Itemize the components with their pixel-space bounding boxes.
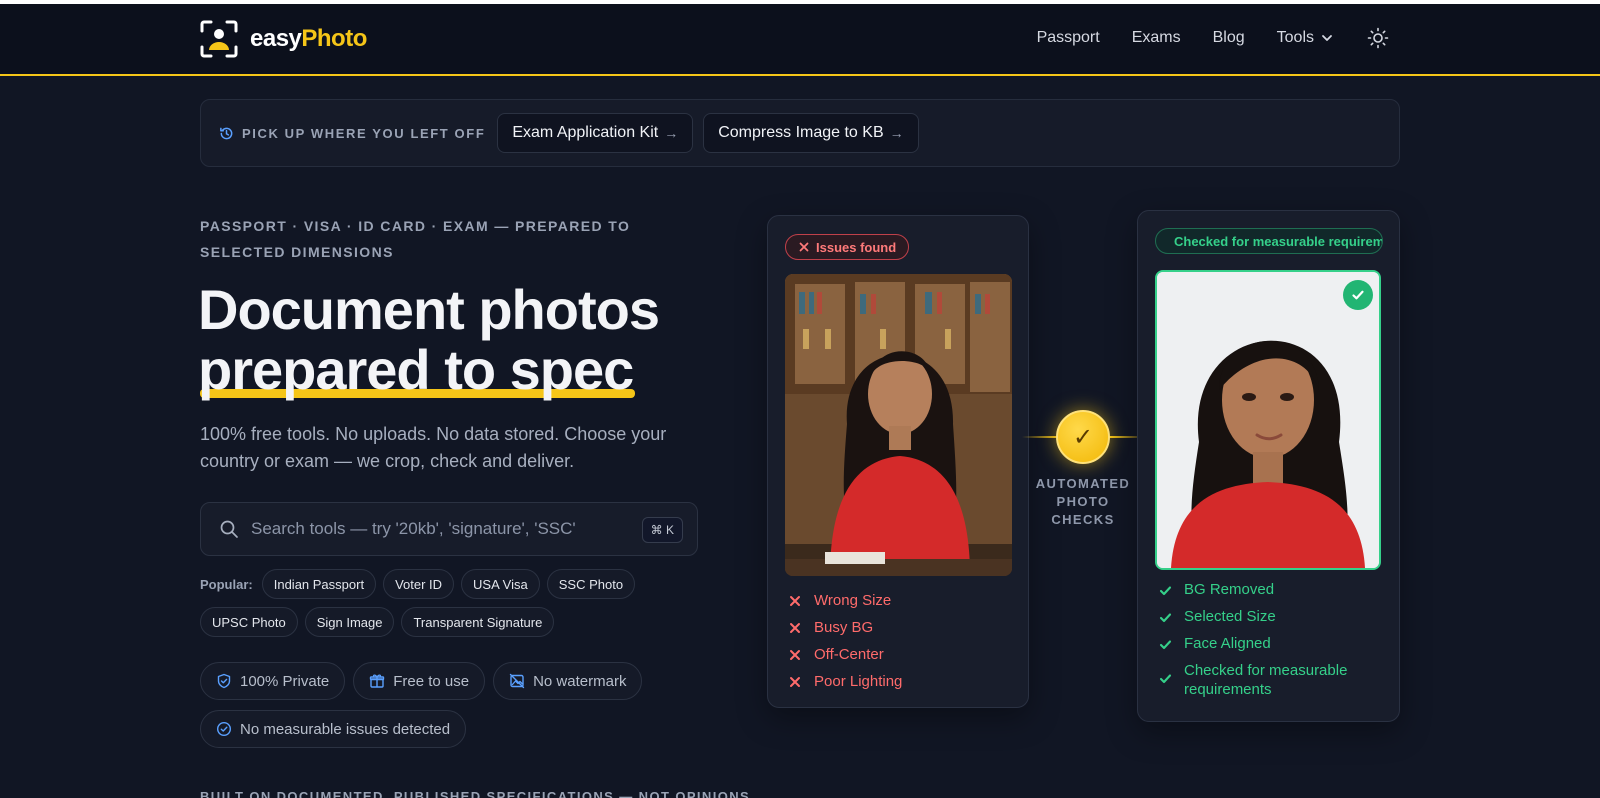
resume-bar: PICK UP WHERE YOU LEFT OFF Exam Applicat… — [200, 99, 1400, 167]
badge-no-issues: No measurable issues detected — [200, 710, 467, 748]
resume-chip-label: Exam Application Kit — [512, 124, 659, 141]
x-icon — [786, 619, 804, 637]
shield-check-icon — [217, 673, 231, 689]
trust-badges: 100% Private Free to use No watermark No… — [200, 662, 700, 748]
resume-chip-label: Compress Image to KB — [718, 124, 884, 141]
brand-name: easyPhoto — [250, 25, 367, 52]
popular-pill[interactable]: Transparent Signature — [401, 607, 555, 637]
automated-checks-label: AUTOMATED PHOTO CHECKS — [1035, 476, 1131, 527]
badge-label: Free to use — [393, 672, 470, 690]
popular-pill[interactable]: Voter ID — [383, 569, 455, 599]
theme-toggle-button[interactable] — [1366, 26, 1390, 50]
passport-portrait-illustration — [1157, 272, 1379, 568]
popular-pill[interactable]: SSC Photo — [546, 569, 636, 599]
check-item: BG Removed — [1156, 580, 1386, 599]
search-box[interactable]: ⌘ K — [200, 502, 698, 556]
search-icon — [220, 520, 238, 538]
chevron-down-icon — [1322, 35, 1332, 41]
verified-check-icon — [1343, 280, 1373, 310]
x-icon — [786, 673, 804, 691]
hero-eyebrow: PASSPORT · VISA · ID CARD · EXAM — PREPA… — [200, 218, 631, 260]
resume-chip-exam-kit[interactable]: Exam Application Kit → — [497, 113, 694, 153]
issue-item: Poor Lighting — [786, 672, 902, 691]
nav-links: Passport Exams Blog Tools — [1037, 26, 1390, 50]
issues-found-tag: Issues found — [785, 234, 910, 260]
check-item: Checked for measurable requirements — [1156, 661, 1386, 699]
hero-title-line1: Document photos — [198, 278, 660, 341]
portrait-frame-icon — [200, 20, 238, 58]
checks-list: BG Removed Selected Size Face Aligned Ch… — [1156, 580, 1386, 699]
gift-icon — [370, 674, 385, 688]
badge-label: No measurable issues detected — [240, 720, 451, 738]
before-photo-card: Issues found Wrong Size Busy BG Off-Cent… — [767, 215, 1029, 708]
popular-pill[interactable]: Sign Image — [304, 607, 395, 637]
issue-item: Wrong Size — [786, 591, 902, 610]
nav-tools-dropdown[interactable]: Tools — [1277, 29, 1334, 47]
check-icon — [1156, 635, 1174, 653]
check-icon — [1156, 581, 1174, 599]
before-photo — [785, 274, 1012, 576]
x-icon — [786, 646, 804, 664]
hero-title: Document photos prepared to spec — [198, 278, 660, 401]
search-input[interactable] — [251, 519, 641, 539]
nav-passport[interactable]: Passport — [1037, 29, 1100, 47]
check-circle-icon — [216, 721, 232, 737]
badge-free: Free to use — [353, 662, 486, 700]
popular-pill[interactable]: Indian Passport — [261, 569, 377, 599]
library-portrait-illustration — [785, 274, 1012, 576]
issue-item: Busy BG — [786, 618, 902, 637]
badge-no-watermark: No watermark — [493, 662, 643, 700]
badge-private: 100% Private — [200, 662, 346, 700]
arrow-right-icon: → — [889, 125, 904, 141]
brand-logo[interactable]: easyPhoto — [200, 20, 367, 58]
popular-tools: Popular: Indian Passport Voter ID USA Vi… — [200, 569, 720, 637]
nav-exams[interactable]: Exams — [1132, 29, 1181, 47]
check-item: Face Aligned — [1156, 634, 1386, 653]
check-icon — [1156, 669, 1174, 687]
history-icon — [220, 127, 233, 139]
resume-label: PICK UP WHERE YOU LEFT OFF — [219, 126, 485, 141]
navbar: easyPhoto Passport Exams Blog Tools — [0, 4, 1600, 76]
check-icon — [1156, 608, 1174, 626]
image-off-icon — [509, 673, 525, 689]
tag-label: Issues found — [816, 239, 897, 255]
after-photo-card: Checked for measurable requirements BG R… — [1137, 210, 1400, 722]
popular-pill[interactable]: USA Visa — [461, 569, 540, 599]
sun-icon — [1367, 27, 1389, 49]
issues-list: Wrong Size Busy BG Off-Center Poor Light… — [786, 591, 902, 691]
badge-label: No watermark — [533, 672, 627, 690]
issue-item: Off-Center — [786, 645, 902, 664]
check-item: Selected Size — [1156, 607, 1386, 626]
arrow-right-icon: → — [664, 125, 679, 141]
tag-label: Checked for measurable requirements — [1174, 233, 1382, 249]
nav-tools-label: Tools — [1276, 29, 1314, 46]
shortcut-badge: ⌘ K — [641, 517, 683, 543]
hero-subtitle: 100% free tools. No uploads. No data sto… — [200, 424, 667, 471]
automated-check-icon: ✓ — [1056, 410, 1110, 464]
popular-pill[interactable]: UPSC Photo — [200, 607, 298, 637]
resume-chip-compress[interactable]: Compress Image to KB → — [703, 113, 919, 153]
nav-blog[interactable]: Blog — [1213, 29, 1245, 47]
badge-label: 100% Private — [240, 672, 330, 690]
popular-label: Popular: — [200, 576, 253, 592]
resume-label-text: PICK UP WHERE YOU LEFT OFF — [242, 125, 486, 141]
checked-tag: Checked for measurable requirements — [1155, 228, 1383, 254]
specs-eyebrow: BUILT ON DOCUMENTED, PUBLISHED SPECIFICA… — [200, 789, 751, 798]
hero-title-line2: prepared to spec — [198, 338, 636, 401]
x-icon — [786, 592, 804, 610]
after-photo — [1155, 270, 1381, 570]
x-icon — [799, 242, 809, 252]
